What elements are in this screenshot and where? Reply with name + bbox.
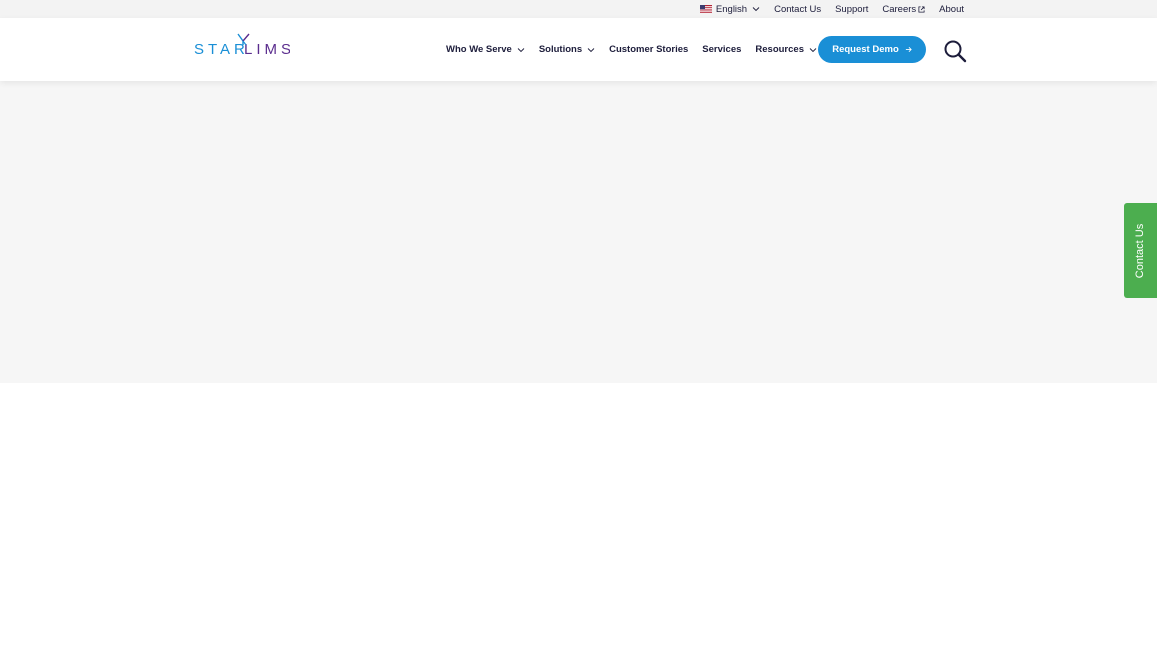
- utility-support-label: Support: [835, 3, 869, 15]
- utility-support-link[interactable]: Support: [835, 4, 868, 15]
- utility-contact-link[interactable]: Contact Us: [774, 4, 821, 15]
- external-link-icon: [918, 5, 925, 13]
- page: English Contact Us Support Careers About: [0, 0, 1157, 651]
- arrow-right-icon: [905, 47, 912, 52]
- utility-contact-label: Contact Us: [774, 3, 822, 15]
- nav-item-label: Services: [702, 44, 742, 55]
- nav-item-resources[interactable]: Resources: [755, 44, 817, 55]
- nav-item-who-we-serve[interactable]: Who We Serve: [446, 44, 525, 55]
- utility-bar: English Contact Us Support Careers About: [0, 0, 1157, 18]
- hero-banner: [0, 81, 1157, 383]
- nav-item-services[interactable]: Services: [702, 44, 741, 55]
- side-contact-tab[interactable]: Contact Us: [1124, 203, 1157, 298]
- logo-text-right: LIMS: [244, 41, 290, 58]
- nav-item-label: Solutions: [538, 44, 583, 55]
- nav-item-label: Resources: [755, 44, 804, 55]
- logo-text-left: STAR: [194, 41, 249, 58]
- utility-careers-link[interactable]: Careers: [882, 4, 925, 15]
- language-selector[interactable]: English: [699, 3, 760, 15]
- request-demo-button[interactable]: Request Demo: [818, 36, 926, 63]
- language-label: English: [715, 3, 748, 15]
- nav-item-label: Who We Serve: [446, 44, 512, 55]
- main-header: STAR LIMS Who We Serve Solutions Custome…: [0, 18, 1157, 81]
- chevron-down-icon: [809, 47, 817, 52]
- utility-links: English Contact Us Support Careers About: [699, 0, 964, 18]
- nav-item-label: Customer Stories: [609, 44, 689, 55]
- search-icon[interactable]: [943, 39, 967, 63]
- nav-item-solutions[interactable]: Solutions: [539, 44, 595, 55]
- chevron-down-icon: [587, 47, 595, 52]
- nav-item-customer-stories[interactable]: Customer Stories: [609, 44, 688, 55]
- utility-about-link[interactable]: About: [939, 4, 964, 15]
- side-contact-label: Contact Us: [1134, 223, 1147, 278]
- request-demo-label: Request Demo: [832, 44, 899, 55]
- utility-careers-label: Careers: [882, 3, 917, 15]
- chevron-down-icon: [517, 47, 525, 52]
- us-flag-icon: [699, 5, 712, 13]
- main-nav: Who We Serve Solutions Customer Stories …: [446, 36, 831, 63]
- utility-about-label: About: [939, 3, 964, 15]
- starlims-logo[interactable]: STAR LIMS: [194, 32, 290, 58]
- chevron-down-icon: [752, 7, 760, 12]
